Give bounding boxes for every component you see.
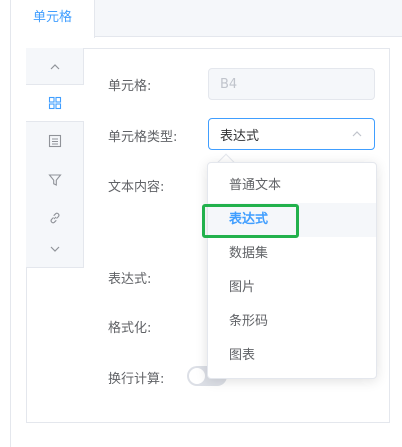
option-plain-text[interactable]: 普通文本 xyxy=(208,169,376,203)
tab-cell[interactable]: 单元格 xyxy=(11,0,95,38)
format-label: 格式化: xyxy=(108,321,152,336)
expression-label: 表达式: xyxy=(108,272,152,287)
nav-item-cell[interactable] xyxy=(26,84,84,122)
left-gutter xyxy=(0,0,11,447)
cell-field[interactable]: B4 xyxy=(208,68,375,100)
cell-type-select-value: 表达式 xyxy=(220,128,260,144)
cell-type-dropdown: 普通文本 表达式 数据集 图片 条形码 图表 xyxy=(207,162,377,379)
nav-item-filter[interactable] xyxy=(26,161,84,199)
filter-icon xyxy=(48,174,62,186)
highlight-box xyxy=(202,204,299,238)
chevron-down-icon xyxy=(50,246,60,252)
wrap-calc-label: 换行计算: xyxy=(108,372,165,387)
nav-scroll-down[interactable] xyxy=(26,230,84,268)
link-icon xyxy=(50,212,60,224)
nav-item-list[interactable] xyxy=(26,122,84,160)
option-barcode[interactable]: 条形码 xyxy=(208,305,376,339)
cell-type-select[interactable]: 表达式 xyxy=(208,118,375,150)
cell-label: 单元格: xyxy=(108,79,152,94)
chevron-up-icon xyxy=(352,131,362,137)
switch-knob xyxy=(189,368,205,384)
option-dataset[interactable]: 数据集 xyxy=(208,237,376,271)
list-icon xyxy=(48,134,62,148)
content-label: 文本内容: xyxy=(108,180,165,195)
cell-type-label: 单元格类型: xyxy=(108,130,178,145)
nav-scroll-up[interactable] xyxy=(26,48,84,86)
option-chart[interactable]: 图表 xyxy=(208,339,376,373)
chevron-up-icon xyxy=(50,64,60,70)
option-image[interactable]: 图片 xyxy=(208,271,376,305)
side-nav xyxy=(26,48,84,268)
grid-icon xyxy=(48,96,62,110)
